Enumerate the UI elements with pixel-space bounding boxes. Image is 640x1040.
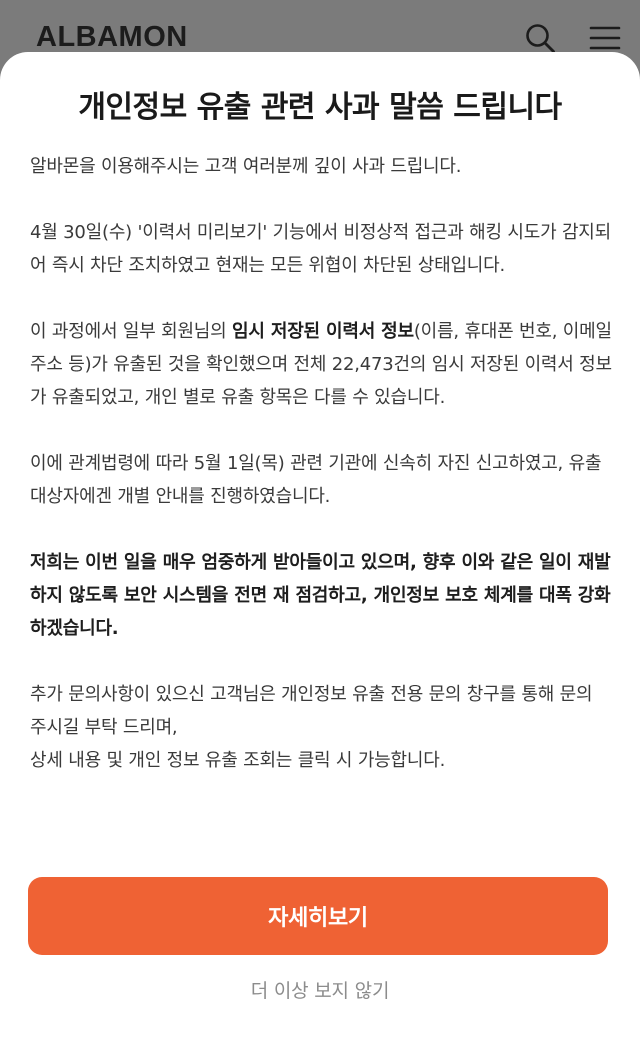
dont-show-again-link[interactable]: 더 이상 보지 않기 — [0, 976, 640, 1006]
menu-icon — [589, 26, 621, 50]
search-icon — [526, 24, 555, 53]
report-paragraph: 이에 관계법령에 따라 5월 1일(목) 관련 기관에 신속히 자진 신고하였고… — [30, 453, 602, 507]
inquiry-line-1: 추가 문의사항이 있으신 고객님은 개인정보 유출 전용 문의 창구를 통해 문… — [30, 684, 593, 738]
menu-button[interactable] — [587, 20, 623, 56]
modal-content: 알바몬을 이용해주시는 고객 여러분께 깊이 사과 드립니다. 4월 30일(수… — [30, 150, 614, 777]
commitment-paragraph: 저희는 이번 일을 매우 엄중하게 받아들이고 있으며, 향후 이와 같은 일이… — [30, 552, 611, 639]
incident-paragraph: 4월 30일(수) '이력서 미리보기' 기능에서 비정상적 접근과 해킹 시도… — [30, 222, 612, 276]
apology-modal: 개인정보 유출 관련 사과 말씀 드립니다 알바몬을 이용해주시는 고객 여러분… — [0, 52, 640, 1040]
inquiry-paragraph: 추가 문의사항이 있으신 고객님은 개인정보 유출 전용 문의 창구를 통해 문… — [30, 678, 614, 777]
inquiry-line-2: 상세 내용 및 개인 정보 유출 조회는 클릭 시 가능합니다. — [30, 750, 446, 771]
leak-details-text: 이 과정에서 일부 회원님의 — [30, 321, 233, 342]
leak-details-paragraph: 이 과정에서 일부 회원님의 임시 저장된 이력서 정보(이름, 휴대폰 번호,… — [30, 315, 614, 414]
view-details-button[interactable]: 자세히보기 — [28, 877, 608, 955]
leak-details-highlight: 임시 저장된 이력서 정보 — [232, 321, 414, 342]
modal-title: 개인정보 유출 관련 사과 말씀 드립니다 — [78, 90, 562, 125]
search-button[interactable] — [522, 20, 558, 56]
albamon-logo[interactable]: ALBAMON — [36, 20, 188, 54]
apology-paragraph: 알바몬을 이용해주시는 고객 여러분께 깊이 사과 드립니다. — [30, 156, 462, 177]
